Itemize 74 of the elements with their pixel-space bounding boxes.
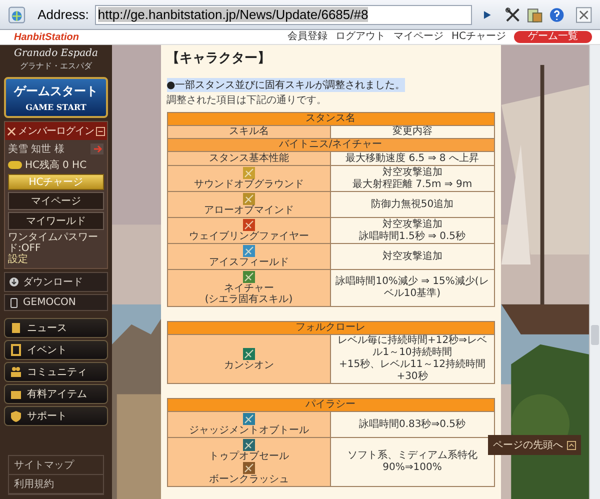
table-cell: 対空攻撃追加 詠唱時間1.5秒 ⇒ 0.5秒 <box>330 218 494 244</box>
table-cell: ソフト系、ミディアム系特化90%⇒100% <box>330 438 494 486</box>
table-cell: 詠唱時間0.83秒⇒0.5秒 <box>330 412 494 438</box>
table-cell: 防御力無視50追加 <box>330 192 494 218</box>
address-field[interactable]: http://ge.hanbitstation.jp/News/Update/6685/#8 <box>94 4 472 24</box>
nav-item[interactable]: イベント <box>4 340 108 360</box>
table-cell: 対空攻撃追加 最大射程距離 7.5m ⇒ 9m <box>330 166 494 192</box>
otp-status: ワンタイムパスワード:OFF <box>8 232 99 254</box>
column-header: スキル名 <box>167 126 330 138</box>
nav-item[interactable]: 有料アイテム <box>4 384 108 404</box>
header-link[interactable]: ログアウト <box>335 31 386 43</box>
user-name: 美雪 知世 様 <box>8 142 64 156</box>
download-icon <box>9 277 19 287</box>
skill-name: サウンドオブグラウンド <box>194 179 304 190</box>
nav-item[interactable]: コミュニティ <box>4 362 108 382</box>
otp-settings-link[interactable]: 設定 <box>8 254 28 265</box>
section-heading: 【キャラクター】 <box>166 50 272 67</box>
header-link[interactable]: 会員登録 <box>287 31 328 43</box>
account-button[interactable]: マイページ <box>8 192 104 210</box>
download-button[interactable]: ダウンロード <box>4 272 108 292</box>
account-button[interactable]: マイワールド <box>8 212 104 230</box>
game-list-button[interactable]: ゲーム一覧 <box>514 31 592 43</box>
header-link[interactable]: HCチャージ <box>451 31 506 43</box>
page-top-button[interactable]: ページの先頭へ <box>488 435 581 455</box>
address-label: Address: <box>38 7 89 22</box>
footer-link[interactable]: サイトマップ <box>9 456 103 475</box>
skill-name: ジャッジメントオブトール <box>188 425 309 436</box>
skill-name: ネイチャー (シエラ固有スキル) <box>204 283 293 305</box>
skill-name: トゥプオブセール <box>208 451 289 462</box>
tools-icon[interactable] <box>505 6 522 22</box>
table-cell: レベル毎に持続時間+12秒⇒レベル1～10持続時間 +15秒、レベル11～12持続時間+30秒 <box>330 334 494 384</box>
skill-name: ウェイブリングファイヤー <box>188 231 309 242</box>
nav-item[interactable]: サポート <box>4 406 108 426</box>
collapse-icon[interactable] <box>96 126 105 136</box>
article-lead: ●一部スタンス並びに固有スキルが調整されました。 <box>166 78 406 92</box>
skill-name: スタンス基本性能 <box>208 153 289 164</box>
table-header: スタンス名 <box>167 112 494 126</box>
table-header: フォルクローレ <box>167 322 494 334</box>
site-logo[interactable]: HanbitStation <box>14 32 79 42</box>
skill-name: ボーンクラッシュ <box>208 474 289 485</box>
game-logo-subtitle: グラナド・エスパダ <box>20 61 92 72</box>
table-cell: 詠唱時間10%減少 ⇒ 15%減少(レベル10基準) <box>330 270 494 306</box>
game-logo[interactable]: Granado Espada <box>14 48 98 59</box>
skill-name: カンシオン <box>224 360 274 370</box>
skill-name: アローオブマインド <box>204 205 294 216</box>
hc-balance-label: HC残高 <box>25 158 60 172</box>
nav-item[interactable]: ニュース <box>4 318 108 338</box>
table-subheader: バイトニス/ネイチャー <box>167 138 494 152</box>
header-link[interactable]: マイページ <box>393 31 444 43</box>
scrollbar[interactable] <box>589 45 600 499</box>
gemocon-button[interactable]: GEMOCON <box>4 294 108 311</box>
close-icon[interactable] <box>576 6 592 22</box>
table-header: パイラシー <box>167 398 494 412</box>
clipboard-icon[interactable] <box>527 6 543 22</box>
login-title: メンバーログイン <box>18 125 94 138</box>
table-cell: 最大移動速度 6.5 ⇒ 8 へ上昇 <box>330 152 494 166</box>
logout-icon[interactable] <box>90 143 104 155</box>
column-header: 変更内容 <box>330 126 494 138</box>
table-cell: 対空攻撃追加 <box>330 244 494 270</box>
coin-icon <box>8 161 22 169</box>
game-start-button[interactable]: ゲームスタート GAME START <box>4 77 108 118</box>
skill-name: アイスフィールド <box>208 257 289 268</box>
scrollbar-thumb[interactable] <box>591 325 599 345</box>
go-icon[interactable] <box>482 10 492 20</box>
hc-balance-value: 0 HC <box>62 160 87 170</box>
frame-icon <box>10 344 22 356</box>
up-arrow-icon <box>567 440 576 450</box>
help-icon[interactable] <box>548 6 564 22</box>
article-note: 調整された項目は下記の通りです。 <box>166 94 328 107</box>
footer-link[interactable]: 利用規約 <box>9 475 103 494</box>
shield-icon <box>10 410 22 422</box>
people-icon <box>10 366 22 378</box>
globe-icon[interactable] <box>8 6 26 24</box>
phone-icon <box>9 298 19 308</box>
